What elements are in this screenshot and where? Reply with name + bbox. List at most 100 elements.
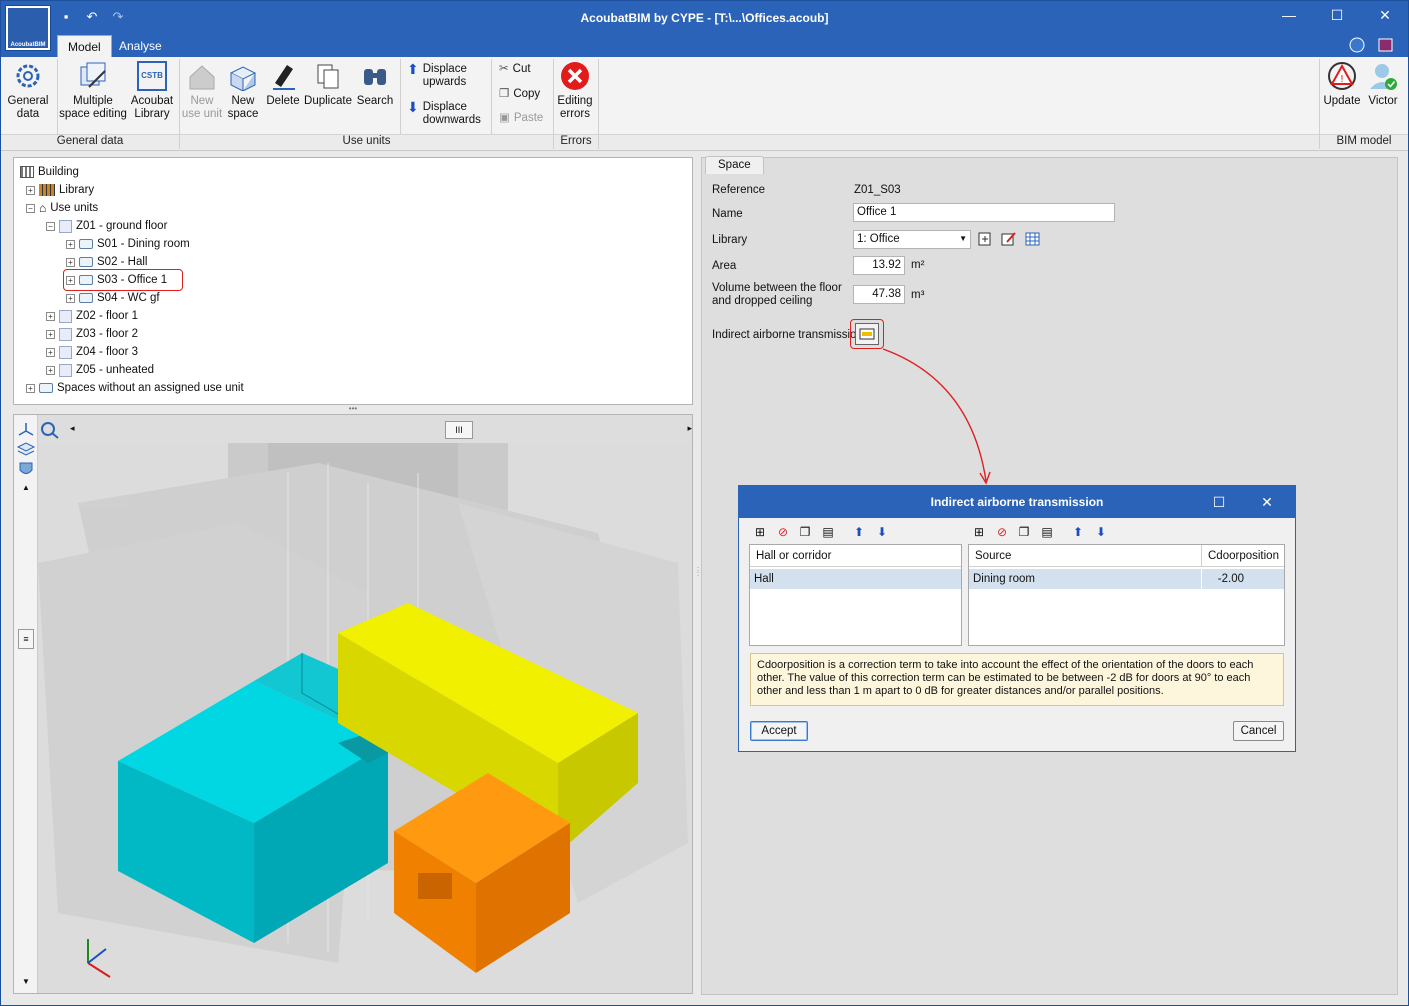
area-unit: m² [911,259,925,271]
cut-button[interactable]: ✂ Cut [499,63,531,76]
add-row-icon[interactable]: ⊞ [972,525,986,539]
error-icon [561,62,589,90]
close-button[interactable]: ✕ [1368,7,1402,24]
expand-toggle[interactable]: + [66,293,75,303]
collapse-toggle[interactable]: − [26,203,35,213]
volume-value[interactable]: 47.38 [853,285,905,304]
scroll-right-icon[interactable]: ▸ [687,423,692,434]
tree-node-z01[interactable]: − Z01 - ground floor [46,218,167,234]
tree-node-z05[interactable]: + Z05 - unheated [46,362,154,378]
tree-node-s02[interactable]: + S02 - Hall [66,254,148,270]
update-button[interactable]: ! Update [1321,61,1363,108]
move-down-icon[interactable]: ⬇ [875,525,889,539]
print-icon[interactable]: ▤ [1040,525,1054,539]
move-up-icon[interactable]: ⬆ [1071,525,1085,539]
tree-node-s04[interactable]: + S04 - WC gf [66,290,160,306]
book-icon[interactable] [1376,36,1396,54]
user-button[interactable]: Victor [1363,61,1403,108]
splitter-handle[interactable]: ••• [341,405,365,413]
tab-model[interactable]: Model [57,35,112,57]
app-logo[interactable]: AcoubatBIM [5,5,51,51]
library-select[interactable]: 1: Office ▼ [853,230,971,249]
dialog-close-button[interactable]: ✕ [1252,486,1282,518]
zoom-icon[interactable] [40,421,62,439]
scroll-down-icon[interactable]: ▼ [22,977,30,986]
title-bar: ▪ ↶ ↷ AcoubatBIM by CYPE - [T:\...\Offic… [1,1,1408,35]
layers-icon[interactable] [16,441,36,457]
collapse-toggle[interactable]: − [46,221,55,231]
expand-toggle[interactable]: + [66,239,75,249]
tree-node-library[interactable]: + Library [26,182,94,198]
expand-toggle[interactable]: + [26,383,35,393]
vertical-splitter-handle[interactable]: :: [695,566,701,585]
new-use-unit-button[interactable]: New use unit [181,61,223,121]
tree-node-s01[interactable]: + S01 - Dining room [66,236,190,252]
tree-node-z04[interactable]: + Z04 - floor 3 [46,344,138,360]
displace-downwards-button[interactable]: ⬇ Displace downwards [407,100,481,127]
displace-upwards-button[interactable]: ⬆ Displace upwards [407,62,467,89]
area-value[interactable]: 13.92 [853,256,905,275]
source-table[interactable]: Source Cdoorposition Dining room -2.00 [968,544,1285,646]
table-row[interactable]: Hall [750,569,961,589]
horizontal-scrollbar[interactable]: ◂ III ▸ [70,421,692,439]
scroll-left-icon[interactable]: ◂ [70,423,75,434]
globe-icon[interactable] [1348,36,1368,54]
space-icon [39,383,53,393]
axes-icon[interactable] [16,421,36,437]
table-row-cdoorposition[interactable]: -2.00 [1202,569,1284,589]
copy-button[interactable]: ❐ Copy [499,88,540,101]
table-icon[interactable] [1025,232,1041,246]
chevron-down-icon: ▼ [959,234,967,243]
dialog-maximize-button[interactable]: ☐ [1204,486,1234,518]
hall-corridor-table[interactable]: Hall or corridor Hall [749,544,962,646]
tree-node-z03[interactable]: + Z03 - floor 2 [46,326,138,342]
table-row-source[interactable]: Dining room [969,569,1202,589]
vertical-scroll-thumb[interactable]: ≡ [18,629,34,649]
new-space-button[interactable]: New space [223,61,263,121]
expand-toggle[interactable]: + [66,257,75,267]
3d-canvas[interactable] [38,443,692,993]
maximize-button[interactable]: ☐ [1320,7,1354,24]
tab-analyse[interactable]: Analyse [109,35,172,57]
tree-node-unassigned[interactable]: + Spaces without an assigned use unit [26,380,244,396]
general-data-button[interactable]: General data [5,61,51,121]
cancel-button[interactable]: Cancel [1233,721,1284,741]
tree-node-z02[interactable]: + Z02 - floor 1 [46,308,138,324]
accept-button[interactable]: Accept [750,721,808,741]
library-label: Library [712,234,748,246]
delete-row-icon[interactable]: ⊘ [776,525,790,539]
copy-row-icon[interactable]: ❐ [798,525,812,539]
name-input[interactable]: Office 1 [853,203,1115,222]
minimize-button[interactable]: — [1272,7,1306,24]
tab-space[interactable]: Space [705,156,764,174]
horizontal-scroll-thumb[interactable]: III [445,421,473,439]
editing-errors-button[interactable]: Editing errors [555,61,595,121]
house-icon: ⌂ [39,201,47,215]
add-row-icon[interactable]: ⊞ [753,525,767,539]
acoubat-library-button[interactable]: CSTB Acoubat Library [127,61,177,121]
copy-row-icon[interactable]: ❐ [1017,525,1031,539]
shield-icon[interactable] [16,461,36,477]
expand-toggle[interactable]: + [26,185,35,195]
duplicate-button[interactable]: Duplicate [303,61,353,108]
scroll-up-icon[interactable]: ▲ [22,483,30,492]
search-button[interactable]: Search [353,61,397,108]
print-icon[interactable]: ▤ [821,525,835,539]
expand-toggle[interactable]: + [46,347,55,357]
ribbon: General data Multiple space editing CSTB… [1,57,1408,151]
3d-view[interactable]: ▲ ≡ ▼ ◂ III ▸ [13,414,693,994]
delete-row-icon[interactable]: ⊘ [995,525,1009,539]
add-library-icon[interactable] [978,232,992,246]
tree-node-use-units[interactable]: − ⌂ Use units [26,200,98,216]
edit-library-icon[interactable] [1001,232,1017,246]
move-down-icon[interactable]: ⬇ [1094,525,1108,539]
move-up-icon[interactable]: ⬆ [852,525,866,539]
paste-button[interactable]: ▣ Paste [499,112,543,125]
multiple-space-editing-button[interactable]: Multiple space editing [59,61,127,121]
expand-toggle[interactable]: + [46,365,55,375]
name-label: Name [712,208,743,220]
delete-button[interactable]: Delete [263,61,303,108]
expand-toggle[interactable]: + [46,311,55,321]
tree-node-building[interactable]: Building [20,164,79,180]
expand-toggle[interactable]: + [46,329,55,339]
